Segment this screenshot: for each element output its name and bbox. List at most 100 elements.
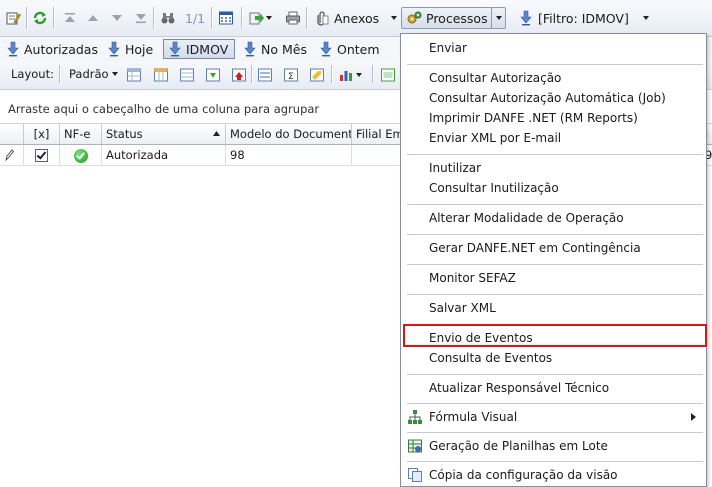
filter-autorizadas[interactable]: Autorizadas: [5, 39, 98, 59]
group-by-hint: Arraste aqui o cabeçalho de uma coluna p…: [8, 102, 320, 116]
edit-note-icon: [6, 12, 21, 25]
up-arrow-icon: [88, 15, 98, 21]
anexos-dropdown-icon[interactable]: [391, 16, 398, 20]
grid-home-icon: [232, 68, 246, 82]
last-record-button[interactable]: [133, 8, 149, 28]
grid-view-icon: [381, 68, 395, 82]
grid-sum-icon: Σ: [284, 68, 298, 82]
status-cell: Autorizada: [102, 145, 226, 165]
column-header-status-text: Status: [106, 127, 143, 141]
layout-select[interactable]: Padrão: [69, 67, 118, 81]
printer-icon: [286, 11, 300, 25]
menu-item-inutilizar[interactable]: Inutilizar: [401, 158, 706, 178]
filter-hoje-label: Hoje: [125, 41, 154, 57]
filter-dropdown-icon[interactable]: [642, 16, 649, 20]
next-record-button[interactable]: [109, 8, 125, 28]
column-header-modelo[interactable]: Modelo do Documento: [226, 124, 352, 144]
spreadsheet-batch-icon: [408, 439, 422, 453]
green-check-icon: [73, 148, 88, 163]
menu-item-label: Enviar XML por E-mail: [429, 131, 562, 145]
grid-home-button[interactable]: [231, 67, 247, 83]
column-header-nfe[interactable]: NF-e: [60, 124, 102, 144]
layout-label-text: Layout:: [11, 67, 54, 81]
menu-item-consultar-autorizacao[interactable]: Consultar Autorização: [401, 68, 706, 88]
grid-extra-button[interactable]: [380, 67, 396, 83]
svg-text:Σ: Σ: [288, 72, 294, 82]
print-button[interactable]: [285, 8, 301, 28]
chart-dropdown-icon: [356, 73, 362, 77]
row-select-checkbox[interactable]: [35, 149, 48, 162]
column-header-modelo-text: Modelo do Documento: [230, 127, 352, 141]
row-indicator-header: [0, 124, 24, 144]
modelo-cell: 98: [226, 145, 352, 165]
export-dropdown-icon[interactable]: [266, 16, 272, 20]
menu-item-label: Fórmula Visual: [429, 410, 518, 424]
filter-arrow-icon: [169, 41, 181, 57]
menu-item-label: Atualizar Responsável Técnico: [429, 381, 610, 395]
previous-record-button[interactable]: [85, 8, 101, 28]
menu-item-enviar-xml-email[interactable]: Enviar XML por E-mail: [401, 128, 706, 148]
menu-item-gerar-danfe-contingencia[interactable]: Gerar DANFE.NET em Contingência: [401, 238, 706, 258]
menu-item-label: Gerar DANFE.NET em Contingência: [429, 241, 641, 255]
pencil-edit-icon: [5, 149, 15, 162]
filter-no-mes[interactable]: No Mês: [242, 39, 307, 59]
search-button[interactable]: [160, 8, 176, 28]
menu-item-atualizar-responsavel-tecnico[interactable]: Atualizar Responsável Técnico: [401, 378, 706, 398]
menu-item-label: Consultar Autorização: [429, 71, 562, 85]
modelo-cell-text: 98: [230, 148, 245, 162]
grid-columns-button[interactable]: [153, 67, 169, 83]
menu-item-monitor-sefaz[interactable]: Monitor SEFAZ: [401, 268, 706, 288]
calendar-button[interactable]: [218, 8, 234, 28]
filter-arrow-icon: [7, 41, 19, 57]
grid-note-button[interactable]: [309, 67, 325, 83]
first-arrow-icon: [65, 13, 75, 22]
export-button[interactable]: [248, 8, 272, 28]
menu-item-label: Consultar Autorização Automática (Job): [429, 91, 666, 105]
grid-note-icon: [310, 68, 324, 82]
column-header-nfe-text: NF-e: [64, 127, 91, 141]
grid-rows-icon: [180, 68, 194, 82]
grid-group-button[interactable]: [257, 67, 273, 83]
nfe-status-cell: [60, 145, 102, 165]
menu-item-consulta-de-eventos[interactable]: Consulta de Eventos: [401, 348, 706, 368]
last-arrow-icon: [136, 14, 146, 24]
menu-item-formula-visual[interactable]: Fórmula Visual: [401, 407, 706, 427]
grid-sum-button[interactable]: Σ: [283, 67, 299, 83]
grid-group-icon: [258, 68, 272, 82]
refresh-button[interactable]: [32, 8, 48, 28]
menu-item-enviar[interactable]: Enviar: [401, 38, 706, 58]
formula-tree-icon: [408, 410, 422, 424]
paperclip-icon: [317, 11, 329, 26]
down-arrow-icon: [112, 15, 122, 21]
filter-autorizadas-label: Autorizadas: [24, 41, 98, 57]
processos-button[interactable]: Processos: [401, 7, 493, 29]
menu-item-copia-configuracao-visao[interactable]: Cópia da configuração da visão: [401, 465, 706, 485]
filter-hoje[interactable]: Hoje: [106, 39, 153, 59]
filter-idmov[interactable]: IDMOV: [163, 39, 236, 59]
menu-item-consultar-inutilizacao[interactable]: Consultar Inutilização: [401, 178, 706, 198]
grid-save-button[interactable]: [126, 67, 142, 83]
anexos-button[interactable]: Anexos: [314, 8, 398, 28]
row-indicator: [0, 145, 24, 165]
row-select-cell[interactable]: [24, 145, 60, 165]
filter-button[interactable]: [Filtro: IDMOV]: [518, 8, 649, 28]
filter-ontem-label: Ontem: [337, 41, 380, 57]
grid-export-button[interactable]: [205, 67, 221, 83]
edit-button[interactable]: [5, 8, 21, 28]
menu-item-consultar-autorizacao-automatica[interactable]: Consultar Autorização Automática (Job): [401, 88, 706, 108]
menu-item-geracao-planilhas-lote[interactable]: Geração de Planilhas em Lote: [401, 436, 706, 456]
menu-item-imprimir-danfe[interactable]: Imprimir DANFE .NET (RM Reports): [401, 108, 706, 128]
chart-button[interactable]: [338, 67, 362, 83]
processos-dropdown-button[interactable]: [491, 7, 506, 29]
menu-item-label: Geração de Planilhas em Lote: [429, 439, 608, 453]
menu-item-alterar-modalidade[interactable]: Alterar Modalidade de Operação: [401, 208, 706, 228]
first-record-button[interactable]: [62, 8, 78, 28]
column-header-select[interactable]: [x]: [24, 124, 60, 144]
menu-item-label: Imprimir DANFE .NET (RM Reports): [429, 111, 638, 125]
grid-rows-button[interactable]: [179, 67, 195, 83]
filter-ontem[interactable]: Ontem: [318, 39, 380, 59]
column-header-status[interactable]: Status: [102, 124, 226, 144]
menu-item-salvar-xml[interactable]: Salvar XML: [401, 298, 706, 318]
menu-item-envio-de-eventos[interactable]: Envio de Eventos: [401, 328, 706, 348]
sort-ascending-icon: [213, 131, 220, 136]
